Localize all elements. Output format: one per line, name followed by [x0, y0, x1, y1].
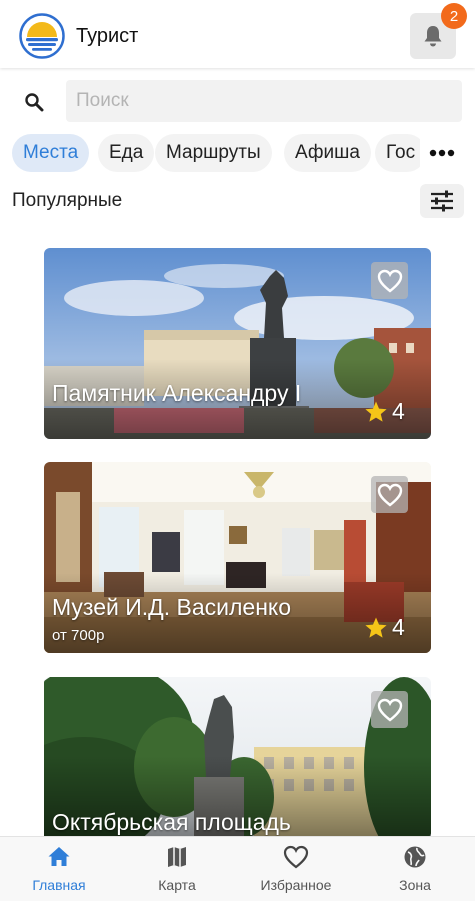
card-title: Памятник Александру I [52, 380, 302, 406]
tab-places[interactable]: Места [12, 134, 90, 172]
place-card[interactable]: Музей И.Д. Василенко от 700р 4 [44, 462, 431, 653]
heart-icon [377, 483, 402, 507]
heart-icon [377, 269, 402, 293]
globe-icon [404, 846, 426, 868]
place-card[interactable]: Памятник Александру I 4 [44, 248, 431, 439]
nav-favorites[interactable]: Избранное [237, 837, 355, 901]
card-price: от 700р [52, 627, 105, 644]
card-title: Октябрьская площадь [52, 809, 291, 835]
star-icon [365, 401, 387, 422]
favorite-button[interactable] [371, 262, 408, 299]
notification-badge: 2 [441, 3, 467, 29]
nav-map[interactable]: Карта [118, 837, 236, 901]
rating: 4 [364, 614, 405, 641]
category-tabs: Места Еда Маршруты Афиша Гос [12, 134, 422, 172]
nav-home[interactable]: Главная [0, 837, 118, 901]
nav-map-label: Карта [158, 877, 196, 893]
rating: 4 [364, 398, 405, 425]
tab-routes[interactable]: Маршруты [155, 134, 272, 172]
favorite-button[interactable] [371, 691, 408, 728]
favorite-button[interactable] [371, 476, 408, 513]
place-card[interactable]: Октябрьская площадь [44, 677, 431, 836]
nav-zone-label: Зона [399, 877, 431, 893]
app-title: Турист [76, 25, 139, 47]
card-title: Музей И.Д. Василенко [52, 594, 292, 620]
nav-home-label: Главная [32, 877, 86, 893]
app-header: Турист 2 [0, 0, 475, 68]
nav-favorites-label: Избранное [260, 877, 332, 893]
search-input[interactable] [66, 80, 462, 122]
home-icon [48, 847, 70, 866]
app-logo-icon [19, 13, 65, 59]
bell-icon [424, 26, 442, 47]
rating-value: 4 [392, 398, 405, 424]
sliders-icon [431, 190, 453, 212]
rating-value: 4 [392, 614, 405, 640]
nav-zone[interactable]: Зона [356, 837, 474, 901]
search-icon[interactable] [24, 92, 44, 112]
heart-icon [283, 845, 309, 869]
filter-button[interactable] [420, 184, 464, 218]
more-tabs-button[interactable] [420, 134, 464, 172]
star-icon [365, 617, 387, 638]
bottom-navigation: Главная Карта Избранное Зона [0, 836, 475, 901]
map-icon [168, 847, 186, 867]
heart-icon [377, 698, 402, 722]
tab-events[interactable]: Афиша [284, 134, 371, 172]
section-title: Популярные [12, 190, 123, 211]
more-dots-icon [429, 149, 455, 157]
tab-food[interactable]: Еда [98, 134, 155, 172]
tab-gos[interactable]: Гос [375, 134, 422, 172]
